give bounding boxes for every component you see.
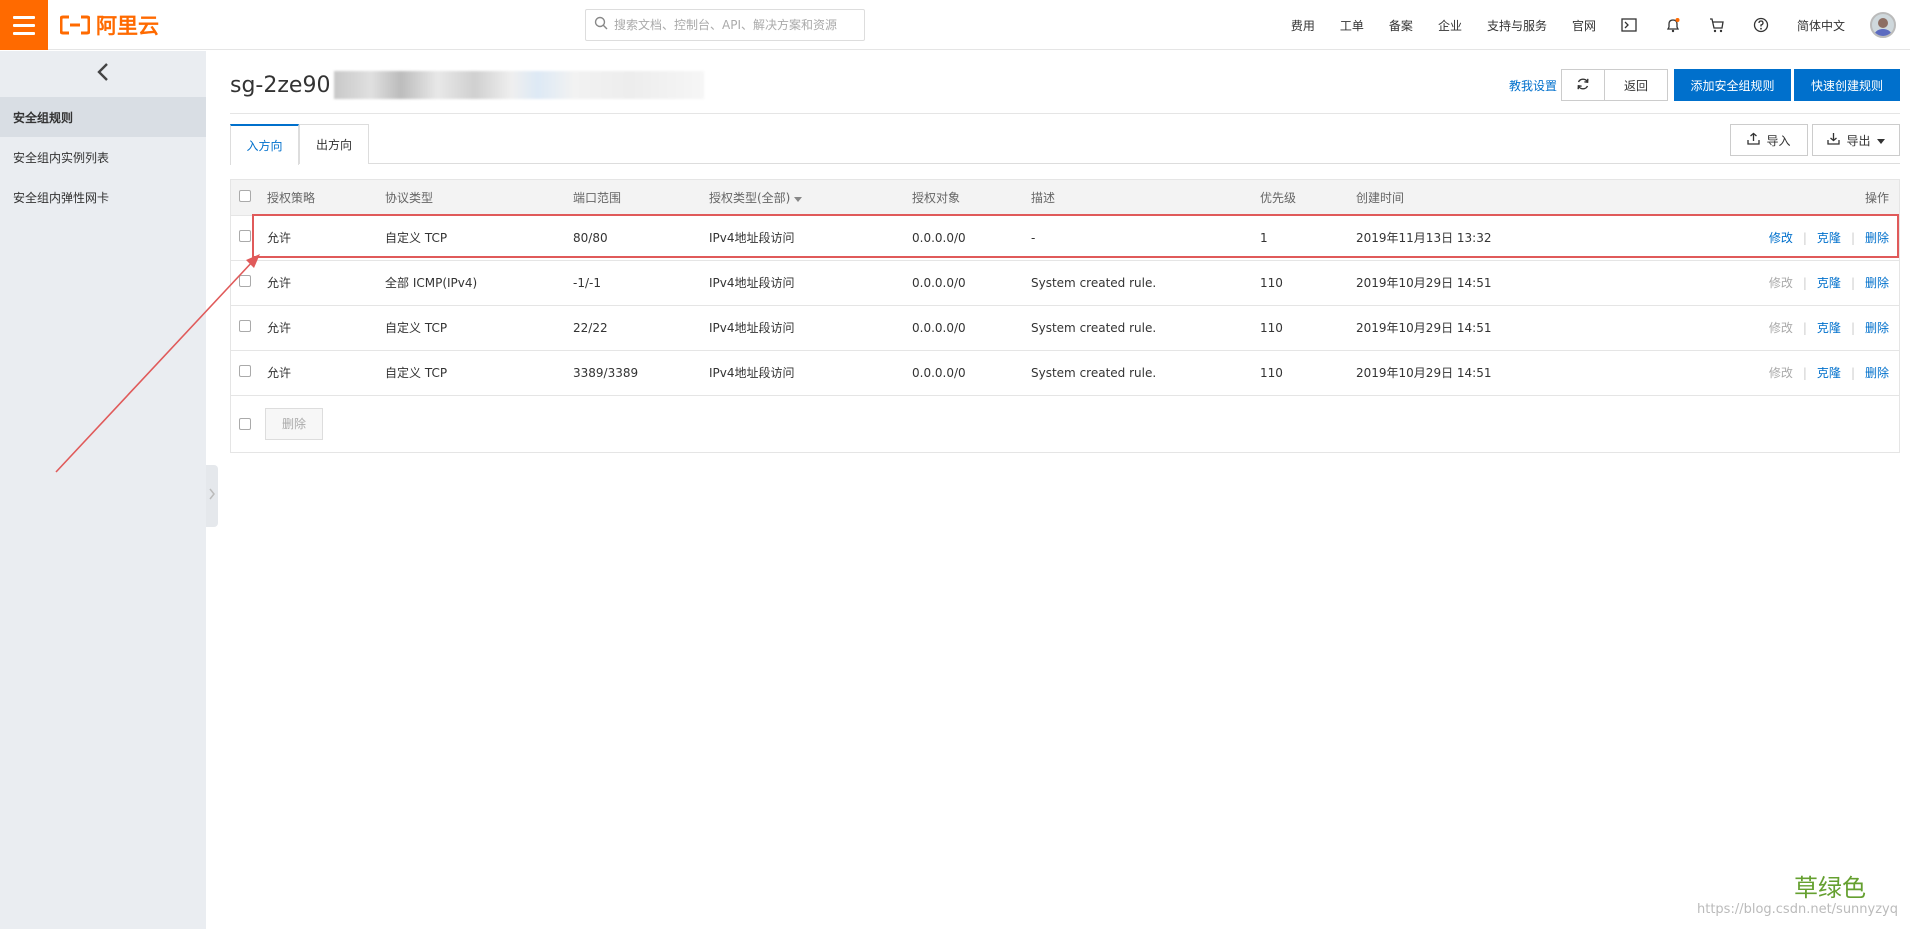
stamp-text: 草绿色 [1794,874,1866,902]
watermark-text: https://blog.csdn.net/sunnyzyq [1696,902,1898,917]
annotation-arrow [55,254,260,473]
